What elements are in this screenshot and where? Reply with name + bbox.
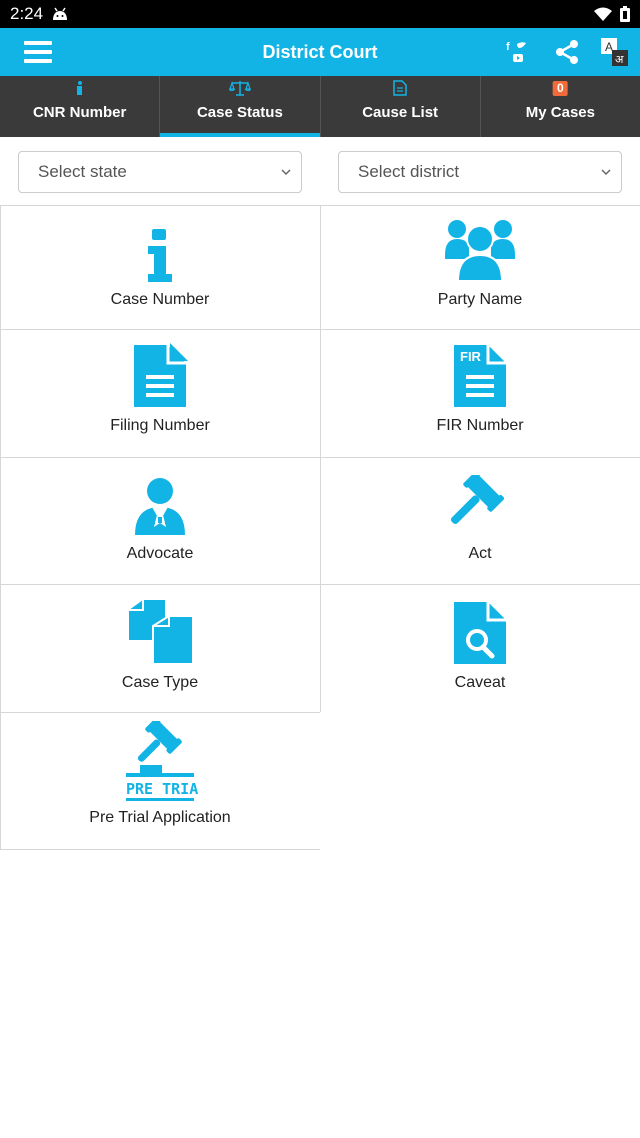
tab-bar: CNR Number Case Status Cause List 0 My C…	[0, 76, 640, 137]
file-lines-icon	[134, 342, 188, 407]
document-icon	[393, 80, 407, 96]
battery-icon	[620, 6, 630, 22]
social-links-button[interactable]: f	[504, 35, 534, 69]
svg-text:f: f	[506, 41, 510, 53]
gavel-icon	[450, 474, 505, 524]
state-select[interactable]: Select state	[18, 151, 302, 193]
tile-label: Caveat	[454, 673, 506, 691]
tab-label: Case Status	[196, 104, 283, 121]
district-select-value: Select district	[358, 162, 460, 181]
tile-label: Case Type	[121, 673, 199, 691]
advocate-icon	[135, 477, 185, 535]
fir-document-icon: FIR	[454, 344, 506, 407]
translate-icon: A अ	[601, 38, 628, 66]
tile-label: Party Name	[437, 290, 523, 308]
state-select-value: Select state	[38, 162, 127, 181]
menu-button[interactable]	[0, 28, 76, 76]
share-button[interactable]	[552, 35, 582, 69]
grid-spacer	[319, 711, 640, 850]
svg-text:PRE TRIAL: PRE TRIAL	[126, 780, 198, 798]
search-options-grid: Case Number Party Name Filing Number FIR…	[0, 204, 640, 850]
filter-row: Select state Select district	[0, 137, 640, 205]
tab-label: Cause List	[362, 104, 439, 121]
chevron-down-icon	[601, 169, 611, 176]
social-media-icon: f	[506, 41, 526, 62]
tile-party-name[interactable]: Party Name	[319, 204, 640, 330]
tile-filing-number[interactable]: Filing Number	[0, 328, 321, 458]
tile-label: Case Number	[110, 290, 210, 308]
tab-label: CNR Number	[32, 104, 127, 121]
tab-my-cases[interactable]: 0 My Cases	[481, 76, 640, 137]
svg-text:A: A	[605, 40, 613, 54]
tile-case-number[interactable]: Case Number	[0, 204, 321, 330]
hamburger-icon	[24, 41, 52, 63]
search-document-icon	[454, 601, 506, 664]
chevron-down-icon	[281, 169, 291, 176]
tile-case-type[interactable]: Case Type	[0, 583, 321, 713]
tile-label: FIR Number	[436, 416, 524, 434]
tile-advocate[interactable]: Advocate	[0, 456, 321, 585]
my-cases-count-badge: 0	[553, 80, 568, 96]
tile-fir-number[interactable]: FIR FIR Number	[319, 328, 640, 458]
district-select[interactable]: Select district	[338, 151, 622, 193]
svg-text:FIR: FIR	[460, 349, 482, 364]
tab-label: My Cases	[525, 104, 595, 121]
android-debug-icon	[53, 7, 68, 20]
copy-files-icon	[129, 599, 193, 665]
tile-caveat[interactable]: Caveat	[319, 583, 640, 713]
wifi-icon	[594, 7, 612, 21]
tile-label: Advocate	[126, 544, 194, 562]
tile-label: Pre Trial Application	[89, 808, 231, 826]
info-icon	[76, 81, 82, 95]
tile-label: Act	[468, 544, 492, 562]
language-button[interactable]: A अ	[600, 35, 630, 69]
status-time: 2:24	[10, 4, 44, 23]
app-bar: District Court f A अ	[0, 28, 640, 76]
tile-label: Filing Number	[110, 416, 210, 434]
tab-cause-list[interactable]: Cause List	[321, 76, 481, 137]
info-icon	[148, 228, 172, 282]
pre-trial-gavel-icon: PRE TRIAL	[126, 720, 198, 801]
tile-act[interactable]: Act	[319, 456, 640, 585]
share-icon	[556, 40, 578, 64]
svg-text:अ: अ	[615, 53, 624, 66]
tab-case-status[interactable]: Case Status	[160, 76, 321, 137]
group-icon	[445, 219, 515, 282]
tab-cnr-number[interactable]: CNR Number	[0, 76, 161, 137]
tile-pre-trial-application[interactable]: PRE TRIAL Pre Trial Application	[0, 711, 321, 850]
scales-icon	[228, 81, 251, 96]
status-bar: 2:24	[0, 0, 640, 28]
